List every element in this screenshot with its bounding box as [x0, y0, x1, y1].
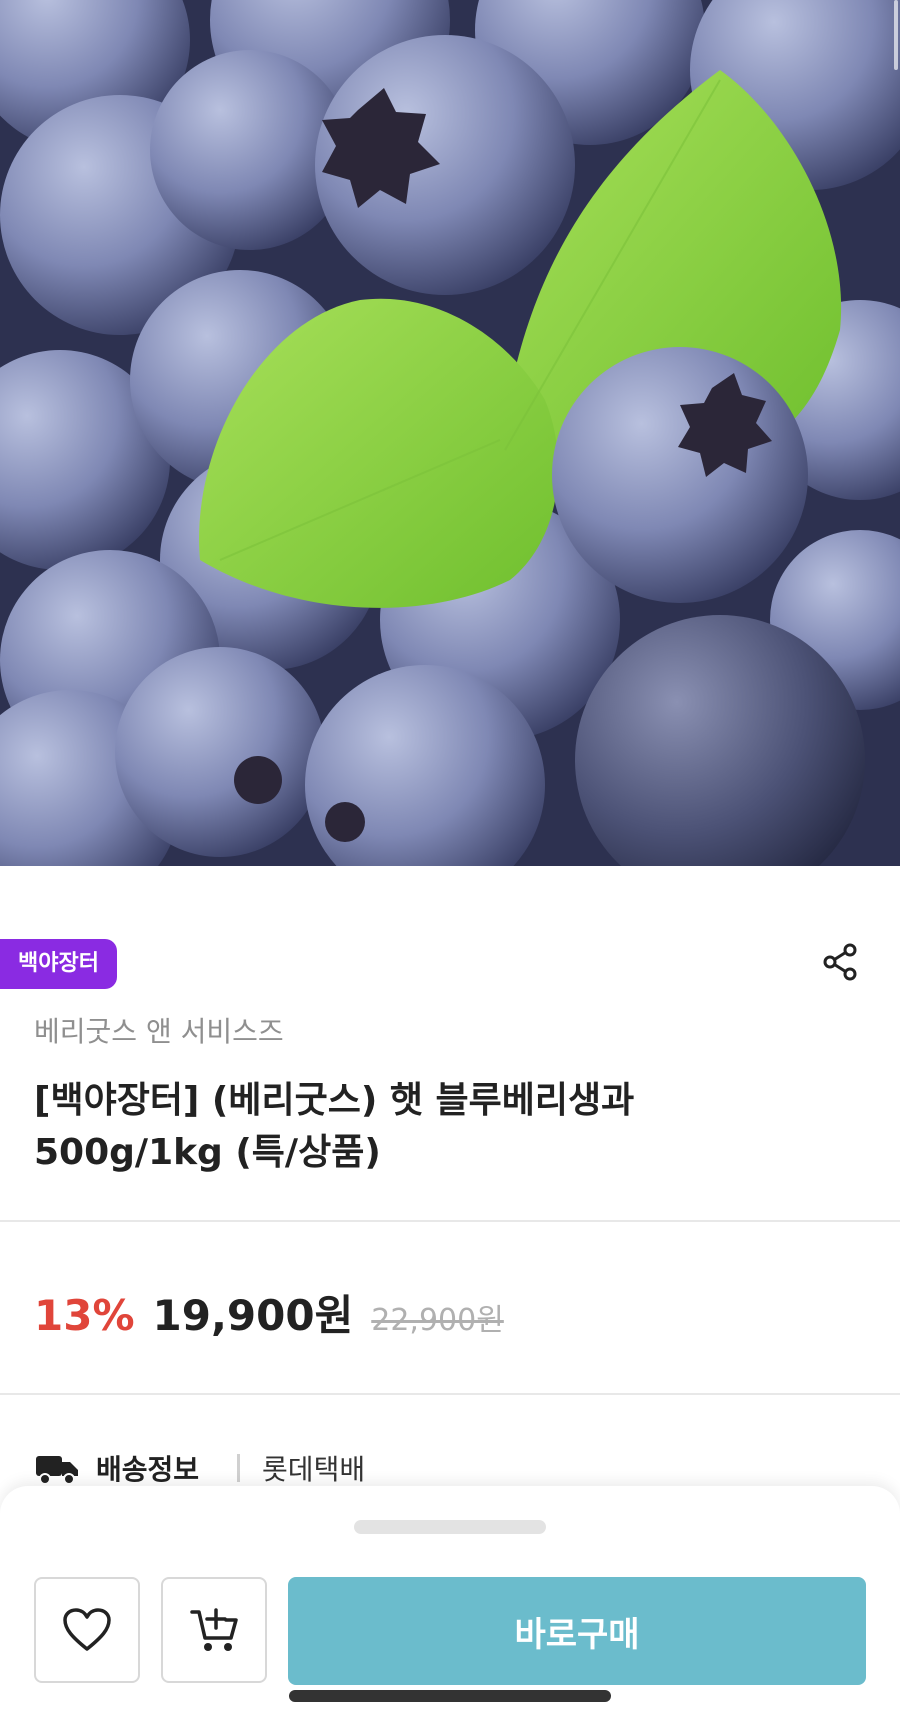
price-row: 13% 19,900원 22,900원: [34, 1282, 504, 1340]
divider: [0, 1220, 900, 1222]
add-to-cart-button[interactable]: [161, 1577, 267, 1683]
shipping-info: 배송정보 롯데택배: [34, 1446, 365, 1490]
share-icon: [823, 943, 857, 981]
heart-icon: [63, 1608, 111, 1651]
sale-price: 19,900원: [152, 1291, 354, 1340]
shipping-carrier: 롯데택배: [262, 1453, 366, 1486]
seller-name[interactable]: 베리굿스 앤 서비스즈: [34, 1010, 284, 1050]
product-title-line2: 500g/1kg (특/상품): [34, 1132, 381, 1173]
discount-rate: 13%: [34, 1291, 135, 1340]
shipping-separator: [237, 1454, 241, 1482]
sheet-handle[interactable]: [354, 1520, 546, 1534]
bottom-purchase-sheet: 바로구매: [0, 1486, 900, 1720]
shipping-label: 배송정보: [96, 1453, 200, 1486]
product-title: [백야장터] (베리굿스) 햇 블루베리생과 500g/1kg (특/상품): [34, 1075, 854, 1179]
wishlist-button[interactable]: [34, 1577, 140, 1683]
product-title-line1: [백야장터] (베리굿스) 햇 블루베리생과: [34, 1080, 635, 1121]
product-image[interactable]: [0, 0, 900, 866]
original-price: 22,900원: [371, 1303, 504, 1338]
scroll-indicator: [894, 0, 898, 70]
store-badge: 백야장터: [0, 939, 117, 989]
cart-add-icon: [190, 1608, 238, 1651]
home-indicator: [289, 1690, 611, 1702]
share-button[interactable]: [818, 940, 862, 984]
truck-icon: [36, 1456, 78, 1485]
divider: [0, 1393, 900, 1395]
buy-now-button[interactable]: 바로구매: [288, 1577, 866, 1685]
blueberries-image: [0, 0, 900, 866]
